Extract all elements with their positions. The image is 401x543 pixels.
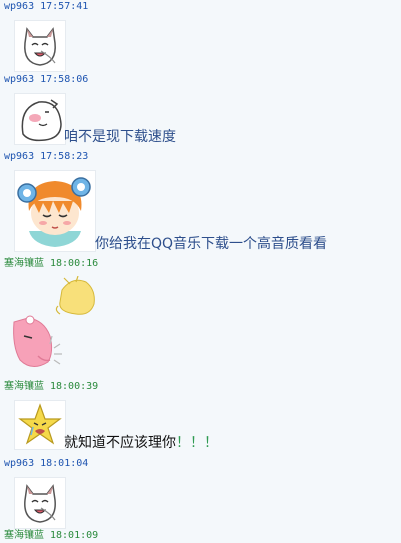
timestamp: 17:57:41 — [40, 1, 89, 12]
timestamp: 18:00:16 — [50, 258, 99, 269]
cat-face-emoticon[interactable] — [14, 477, 66, 529]
sender-name[interactable]: 塞海镶蓝 — [4, 258, 44, 269]
message-header: wp963 17:58:23 — [4, 150, 88, 164]
message-header: wp963 18:01:04 — [4, 457, 88, 471]
sender-name[interactable]: wp963 — [4, 1, 34, 12]
sender-name[interactable]: 塞海镶蓝 — [4, 530, 44, 541]
message-text: 咱不是现下载速度 — [64, 129, 176, 145]
sender-name[interactable]: wp963 — [4, 458, 34, 469]
timestamp: 18:01:09 — [50, 530, 99, 541]
timestamp: 17:58:23 — [40, 151, 89, 162]
crying-star-emoticon[interactable] — [14, 400, 66, 450]
sender-name[interactable]: 塞海镶蓝 — [4, 381, 44, 392]
message-text-body: 就知道不应该理你 — [64, 435, 176, 451]
pink-duck-slap-emoticon[interactable] — [10, 276, 100, 376]
blushing-face-emoticon[interactable] — [14, 93, 66, 145]
timestamp: 17:58:06 — [40, 74, 89, 85]
message-header: 塞海镶蓝 18:00:39 — [4, 380, 98, 394]
timestamp: 18:01:04 — [40, 458, 89, 469]
sender-name[interactable]: wp963 — [4, 74, 34, 85]
message-header: 塞海镶蓝 18:00:16 — [4, 257, 98, 271]
timestamp: 18:00:39 — [50, 381, 99, 392]
exclamation-marks: ！！！ — [176, 435, 218, 451]
message-header: wp963 17:57:41 — [4, 0, 88, 14]
message-header: wp963 17:58:06 — [4, 73, 88, 87]
sender-name[interactable]: wp963 — [4, 151, 34, 162]
message-text: 你给我在QQ音乐下载一个高音质看看 — [95, 236, 328, 252]
orange-hair-girl-emoticon[interactable] — [14, 170, 96, 252]
cat-face-emoticon[interactable] — [14, 20, 66, 72]
message-text: 就知道不应该理你！！！ — [64, 435, 218, 451]
message-header: 塞海镶蓝 18:01:09 — [4, 529, 98, 543]
